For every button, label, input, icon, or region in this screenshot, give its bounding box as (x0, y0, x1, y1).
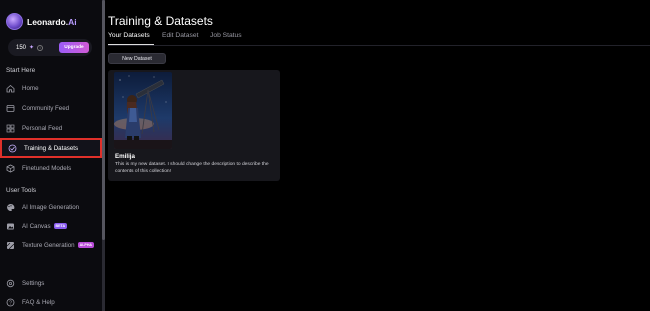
new-dataset-button[interactable]: New Dataset (108, 53, 166, 64)
sidebar-item-label: Training & Datasets (24, 144, 79, 152)
sidebar-item-faq-help[interactable]: ? FAQ & Help (0, 293, 102, 311)
credits-pill: 150 ✦ i Upgrade (8, 39, 92, 56)
sidebar-item-label: Personal Feed (22, 124, 63, 132)
section-title-user-tools: User Tools (6, 187, 37, 194)
sidebar-item-label: AI Canvas (22, 222, 51, 230)
home-icon (6, 84, 15, 93)
community-icon (6, 104, 15, 113)
dataset-card[interactable]: Emilija This is my new dataset. I should… (108, 70, 280, 181)
brand-name: Leonardo.Ai (27, 16, 77, 27)
help-icon: ? (6, 298, 15, 307)
cube-icon (6, 164, 15, 173)
brand[interactable]: Leonardo.Ai (6, 13, 77, 30)
sidebar-item-finetuned-models[interactable]: Finetuned Models (0, 159, 102, 177)
svg-text:?: ? (9, 300, 12, 306)
sidebar-item-label: Settings (22, 279, 45, 287)
gear-icon (6, 279, 15, 288)
dataset-thumbnail[interactable] (114, 72, 172, 149)
sidebar-item-label: Texture Generation (22, 241, 75, 249)
section-title-start-here: Start Here (6, 67, 36, 74)
tab-edit-dataset[interactable]: Edit Dataset (162, 32, 198, 39)
training-icon (8, 144, 17, 153)
tab-job-status[interactable]: Job Status (210, 32, 242, 39)
sidebar-item-training-datasets[interactable]: Training & Datasets (0, 138, 102, 158)
palette-icon (6, 203, 15, 212)
sidebar: Leonardo.Ai 150 ✦ i Upgrade Start Here H… (0, 0, 102, 311)
tabs-divider (108, 45, 650, 46)
alpha-badge: ALPHA (77, 242, 95, 248)
page-title: Training & Datasets (108, 14, 213, 28)
sidebar-item-label: Finetuned Models (22, 164, 72, 172)
sidebar-item-settings[interactable]: Settings (0, 274, 102, 292)
tab-your-datasets[interactable]: Your Datasets (108, 32, 150, 39)
token-icon: ✦ (29, 45, 35, 51)
sidebar-item-label: FAQ & Help (22, 298, 55, 306)
dataset-name: Emilija (115, 153, 135, 160)
upgrade-button[interactable]: Upgrade (59, 42, 89, 53)
avatar[interactable] (6, 13, 23, 30)
sidebar-scrollbar[interactable] (102, 0, 105, 311)
scrollbar-thumb[interactable] (102, 0, 105, 240)
tab-bar: Your Datasets Edit Dataset Job Status (108, 32, 650, 44)
grid-icon (6, 124, 15, 133)
sidebar-item-ai-canvas[interactable]: AI Canvas BETA (0, 217, 102, 235)
sidebar-item-label: Home (22, 84, 39, 92)
sidebar-item-label: AI Image Generation (22, 203, 80, 211)
texture-icon (6, 241, 15, 250)
dataset-description: This is my new dataset. I should change … (115, 162, 269, 174)
sidebar-item-home[interactable]: Home (0, 79, 102, 97)
sidebar-item-ai-image-generation[interactable]: AI Image Generation (0, 198, 102, 216)
canvas-icon (6, 222, 15, 231)
credits-value: 150 (16, 44, 27, 51)
sidebar-item-texture-generation[interactable]: Texture Generation ALPHA (0, 236, 102, 254)
active-tab-indicator (108, 44, 154, 45)
sidebar-item-community-feed[interactable]: Community Feed (0, 99, 102, 117)
sidebar-item-label: Community Feed (22, 104, 70, 112)
info-icon[interactable]: i (37, 44, 44, 51)
beta-badge: BETA (53, 223, 68, 229)
sidebar-item-personal-feed[interactable]: Personal Feed (0, 119, 102, 137)
